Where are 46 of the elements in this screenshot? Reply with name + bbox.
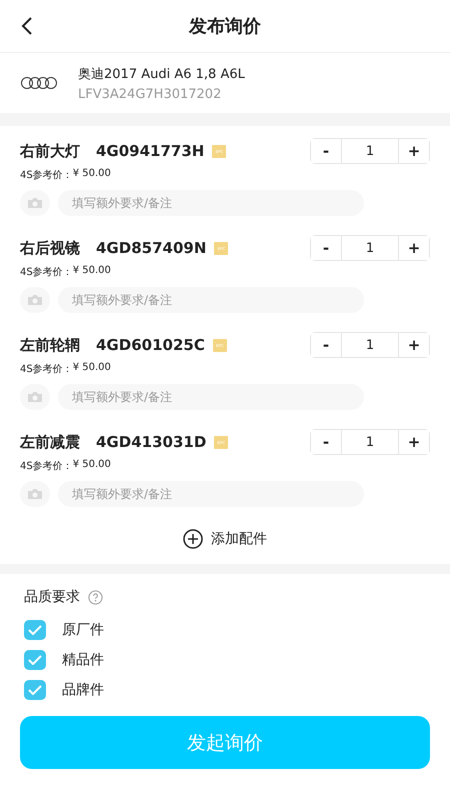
plus-circle-icon — [183, 529, 203, 549]
price-label: 4S参考价： — [20, 168, 73, 182]
back-icon[interactable] — [20, 16, 34, 36]
camera-button[interactable] — [20, 384, 50, 410]
add-part-button[interactable]: 添加配件 — [0, 514, 450, 564]
part-name: 右前大灯 — [20, 142, 80, 160]
price-label: 4S参考价： — [20, 460, 73, 473]
camera-icon — [27, 197, 43, 209]
price-value: ¥ 50.00 — [72, 265, 111, 278]
price-value: ¥ 50.00 — [72, 459, 111, 472]
check-icon — [28, 685, 42, 695]
remark-field[interactable]: 填写额外要求/备注 — [58, 287, 364, 313]
part-number: 4G0941773H — [96, 142, 204, 160]
page-title: 发布询价 — [189, 15, 261, 38]
remark-field[interactable]: 填写额外要求/备注 — [58, 481, 364, 507]
checkbox[interactable] — [24, 620, 46, 640]
remark-field[interactable]: 填写额外要求/备注 — [58, 384, 364, 410]
checkbox-label: 精品件 — [62, 651, 104, 669]
help-icon[interactable] — [88, 590, 103, 604]
checkbox-label: 原厂件 — [62, 621, 104, 639]
price-label: 4S参考价： — [20, 266, 73, 279]
part-name: 左前减震 — [20, 432, 80, 452]
camera-button[interactable] — [20, 481, 50, 507]
camera-icon — [27, 294, 43, 306]
part-number: 4GD413031D — [96, 433, 206, 451]
section-title: 品质要求 — [24, 588, 80, 606]
part-number: 4GD601025C — [96, 336, 205, 354]
part-number: 4GD857409N — [96, 239, 206, 257]
part-name: 左前轮辋 — [20, 336, 80, 354]
vehicle-name: 奥迪2017 Audi A6 1,8 A6L — [78, 66, 245, 82]
rings-logo-icon — [20, 76, 60, 90]
check-icon — [28, 655, 42, 665]
checkbox[interactable] — [24, 650, 46, 670]
vin-number: LFV3A24G7H3017202 — [78, 86, 222, 102]
camera-icon — [27, 488, 43, 500]
check-icon — [28, 625, 42, 635]
price-value: ¥ 50.00 — [72, 362, 111, 375]
camera-button[interactable] — [20, 287, 50, 313]
checkbox[interactable] — [24, 680, 46, 700]
checkbox-label: 品牌件 — [62, 681, 104, 699]
camera-button[interactable] — [20, 190, 50, 216]
camera-icon — [27, 391, 43, 403]
price-value: ¥ 50.00 — [72, 168, 111, 181]
price-label: 4S参考价： — [20, 362, 73, 376]
remark-field[interactable]: 填写额外要求/备注 — [58, 190, 364, 216]
part-name: 右后视镜 — [20, 238, 80, 258]
